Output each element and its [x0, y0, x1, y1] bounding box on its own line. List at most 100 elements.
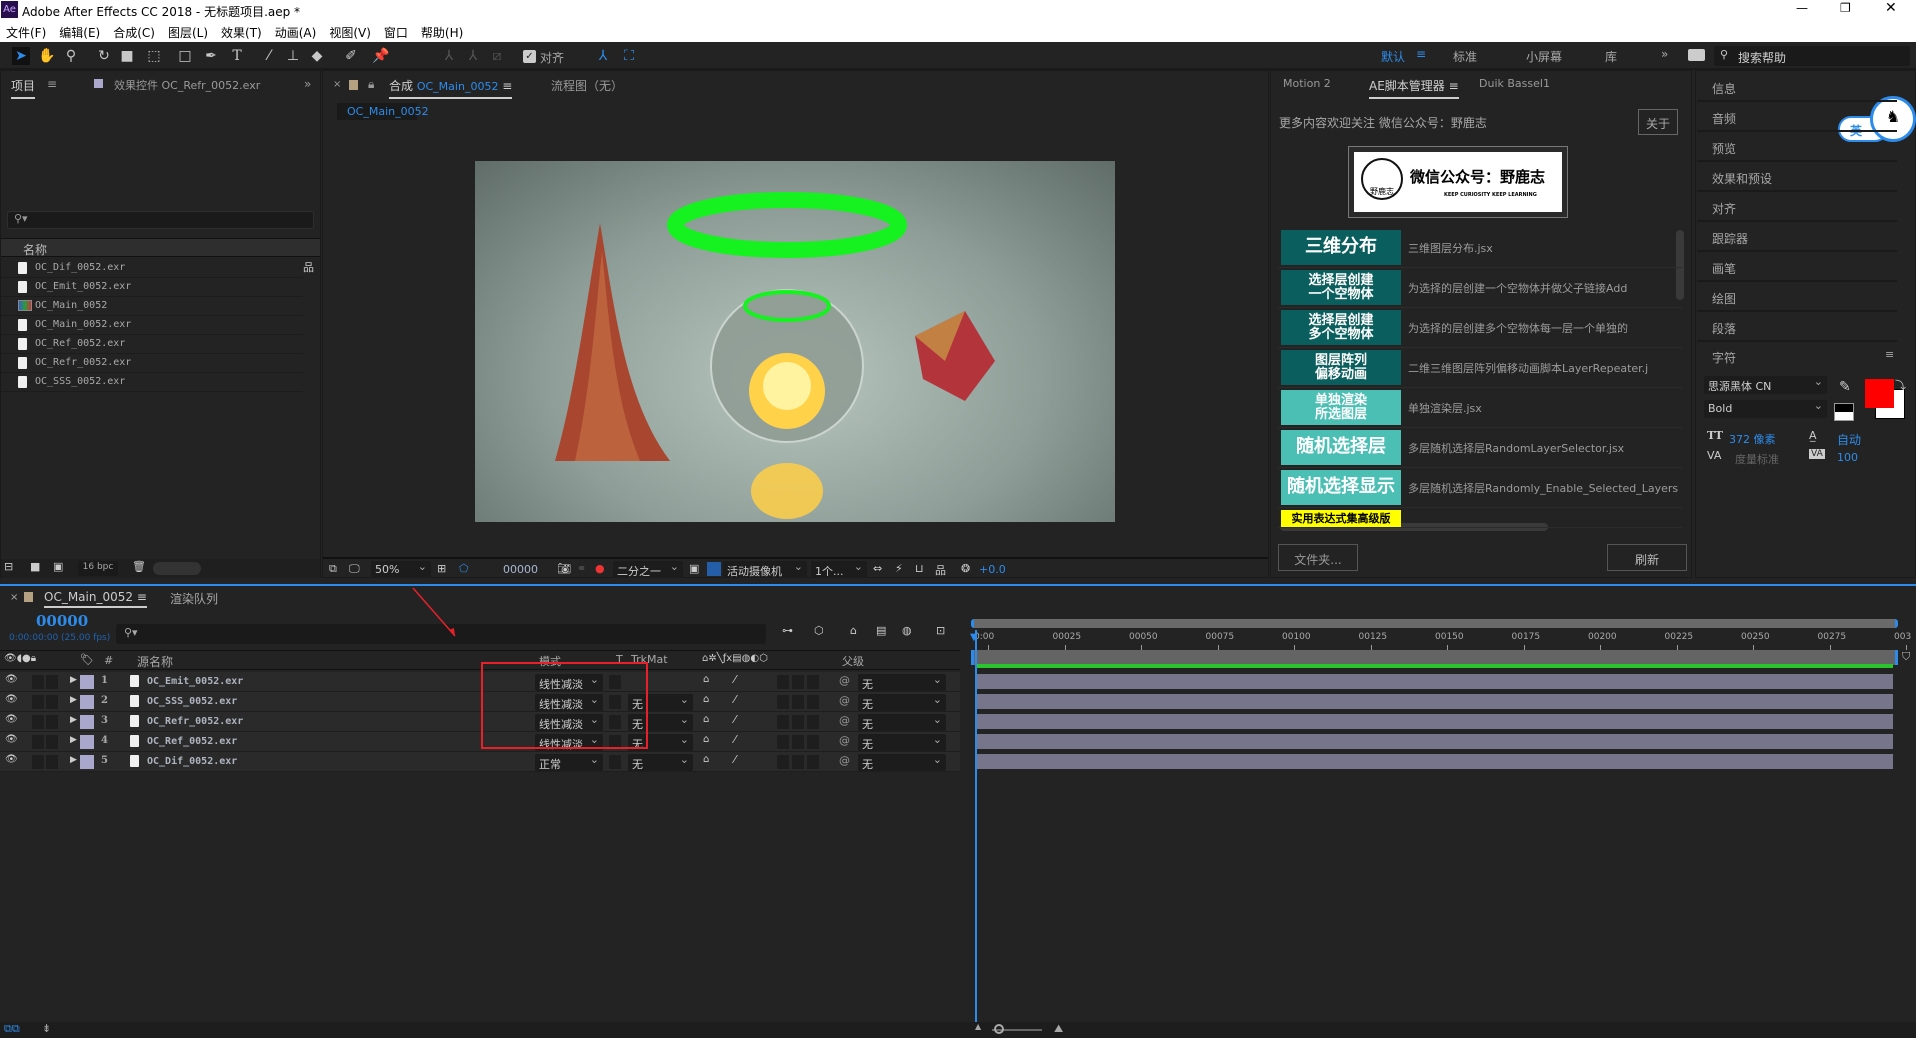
monitor-icon[interactable]: 🖵: [349, 562, 360, 576]
sync-settings-icon[interactable]: [1688, 49, 1705, 61]
region-of-interest-icon[interactable]: ▣: [689, 562, 699, 575]
draft-3d-icon[interactable]: ⬡: [814, 624, 824, 637]
shy-switch-icon[interactable]: ⌂: [703, 734, 709, 745]
visibility-eye-icon[interactable]: 👁︎: [5, 694, 18, 705]
zoom-tool-icon[interactable]: ⚲: [62, 47, 80, 65]
timeline-toggle-icon[interactable]: ⊔: [915, 562, 924, 575]
switch-box[interactable]: [792, 735, 804, 749]
layer-row[interactable]: 👁︎▶1OC_Emit_0052.exr线性减淡⌂⁄@无: [0, 672, 960, 692]
source-name-column[interactable]: 源名称: [137, 653, 173, 670]
quality-switch-icon[interactable]: ⁄: [734, 673, 736, 686]
script-button[interactable]: 图层阵列 偏移动画: [1281, 350, 1401, 385]
composition-canvas[interactable]: [475, 161, 1115, 522]
tab-ae-script-manager[interactable]: AE脚本管理器 ≡: [1369, 77, 1459, 99]
project-search-input[interactable]: ⚲▾: [7, 211, 314, 229]
new-composition-icon[interactable]: ▣: [53, 560, 63, 573]
layer-row[interactable]: 👁︎▶3OC_Refr_0052.exr线性减淡无⌂⁄@无: [0, 712, 960, 732]
layer-name[interactable]: OC_Dif_0052.exr: [147, 756, 237, 767]
layer-duration-bar[interactable]: [976, 754, 1893, 769]
script-button[interactable]: 随机选择显示: [1281, 470, 1401, 505]
script-item[interactable]: 选择层创建 一个空物体 为选择的层创建一个空物体并做父子链接Add: [1278, 268, 1682, 308]
script-item[interactable]: 单独渲染 所选图层 单独渲染层.jsx: [1278, 388, 1682, 428]
visibility-eye-icon[interactable]: 👁︎: [5, 714, 18, 725]
expand-panels-icon[interactable]: »: [304, 77, 311, 91]
tab-render-queue[interactable]: 渲染队列: [170, 590, 218, 607]
layer-duration-bar[interactable]: [976, 734, 1893, 749]
parent-dropdown[interactable]: 无: [858, 713, 946, 731]
project-item[interactable]: OC_Emit_0052.exr: [1, 278, 303, 297]
expand-pane-icon[interactable]: ⇟: [42, 1022, 51, 1035]
shy-switch-icon[interactable]: ⌂: [703, 754, 709, 765]
axis-world-icon[interactable]: ⅄: [464, 47, 482, 65]
label-color[interactable]: [80, 695, 94, 709]
align-checkbox[interactable]: ✓: [523, 50, 536, 63]
font-size-value[interactable]: 372 像素: [1729, 431, 1776, 447]
script-button[interactable]: 选择层创建 一个空物体: [1281, 270, 1401, 305]
layer-name[interactable]: OC_Emit_0052.exr: [147, 676, 243, 687]
menu-file[interactable]: 文件(F): [0, 21, 53, 41]
quality-switch-icon[interactable]: ⁄: [734, 753, 736, 766]
menu-view[interactable]: 视图(V): [323, 21, 378, 41]
flowchart-icon[interactable]: 品: [303, 259, 314, 275]
quality-switch-icon[interactable]: ⁄: [734, 713, 736, 726]
panel-3[interactable]: 效果和预设: [1697, 162, 1897, 192]
pan-behind-tool-icon[interactable]: ⬚: [145, 47, 163, 65]
workspace-library[interactable]: 库: [1605, 48, 1617, 65]
panel-2[interactable]: 预览: [1697, 132, 1897, 162]
lock-toggle[interactable]: [46, 675, 58, 689]
project-menu-icon[interactable]: ≡: [47, 77, 57, 91]
script-button[interactable]: 单独渲染 所选图层: [1281, 390, 1401, 425]
axis-view-icon[interactable]: ⧄: [488, 47, 506, 65]
camera-dropdown[interactable]: 活动摄像机: [723, 560, 807, 578]
script-button[interactable]: 随机选择层: [1281, 430, 1401, 465]
layer-name[interactable]: OC_Ref_0052.exr: [147, 736, 237, 747]
parent-pickwhip-icon[interactable]: @: [839, 754, 850, 767]
label-color[interactable]: [80, 755, 94, 769]
composition-mini-flowchart-icon[interactable]: ⊶: [782, 624, 793, 637]
frame-blending-icon[interactable]: ▤: [876, 624, 886, 637]
rotate-tool-icon[interactable]: ↻: [95, 47, 113, 65]
script-item[interactable]: 三维分布 三维图层分布.jsx: [1278, 228, 1682, 268]
layer-duration-bar[interactable]: [976, 674, 1893, 689]
expand-arrow-icon[interactable]: ▶: [70, 755, 77, 765]
script-button[interactable]: 三维分布: [1281, 230, 1401, 265]
shy-switch-icon[interactable]: ⌂: [703, 714, 709, 725]
flowchart-icon[interactable]: 品: [935, 562, 946, 578]
time-ruler[interactable]: 0:00 00025 00050 00075 00100 00125 00150 00175 0…: [974, 630, 1911, 652]
wechat-banner[interactable]: 野鹿志 微信公众号：野鹿志 KEEP CURIOSITY KEEP LEARNI…: [1348, 146, 1568, 218]
column-name[interactable]: 名称: [23, 241, 47, 258]
switch-box[interactable]: [792, 755, 804, 769]
resolution-dropdown[interactable]: 二分之一: [613, 560, 683, 578]
snapshot-icon[interactable]: 📷︎: [557, 562, 571, 575]
project-slider[interactable]: [153, 562, 201, 575]
workspace-menu-icon[interactable]: ≡: [1416, 47, 1426, 61]
eraser-tool-icon[interactable]: ◆: [308, 47, 326, 65]
audio-toggle[interactable]: [32, 675, 44, 689]
shy-switch-icon[interactable]: ⌂: [703, 694, 709, 705]
parent-dropdown[interactable]: 无: [858, 753, 946, 771]
fill-color-swatch[interactable]: [1865, 379, 1894, 408]
menu-edit[interactable]: 编辑(E): [53, 21, 107, 41]
lock-toggle[interactable]: [46, 755, 58, 769]
hand-tool-icon[interactable]: ✋: [38, 47, 56, 65]
layer-duration-bar[interactable]: [976, 694, 1893, 709]
label-color[interactable]: [80, 675, 94, 689]
timeline-zoom-thumb[interactable]: [994, 1024, 1004, 1034]
script-item[interactable]: 随机选择层 多层随机选择层RandomLayerSelector.jsx: [1278, 428, 1682, 468]
layer-duration-bar[interactable]: [976, 714, 1893, 729]
exposure-value[interactable]: +0.0: [979, 563, 1006, 576]
switch-box[interactable]: [777, 735, 789, 749]
label-color[interactable]: [80, 735, 94, 749]
mode-dropdown[interactable]: 正常: [535, 753, 603, 771]
layer-row[interactable]: 👁︎ ▶ 5 OC_Dif_0052.exr 正常 无 ⌂ ⁄ @ 无: [0, 752, 960, 772]
zoom-in-icon[interactable]: ⛰: [1054, 1022, 1063, 1036]
swap-colors-icon[interactable]: ⤵: [1895, 377, 1906, 393]
roto-brush-tool-icon[interactable]: ✐: [342, 47, 360, 65]
audio-toggle[interactable]: [32, 755, 44, 769]
mask-visibility-icon[interactable]: ⬠: [459, 562, 469, 575]
eyedropper-icon[interactable]: ✎: [1839, 379, 1851, 395]
script-item[interactable]: 选择层创建 多个空物体 为选择的层创建多个空物体每一层一个单独的: [1278, 308, 1682, 348]
snap-icon[interactable]: ⅄: [594, 47, 612, 65]
brush-tool-icon[interactable]: ⁄: [260, 47, 278, 65]
minimize-button[interactable]: —: [1796, 1, 1808, 15]
